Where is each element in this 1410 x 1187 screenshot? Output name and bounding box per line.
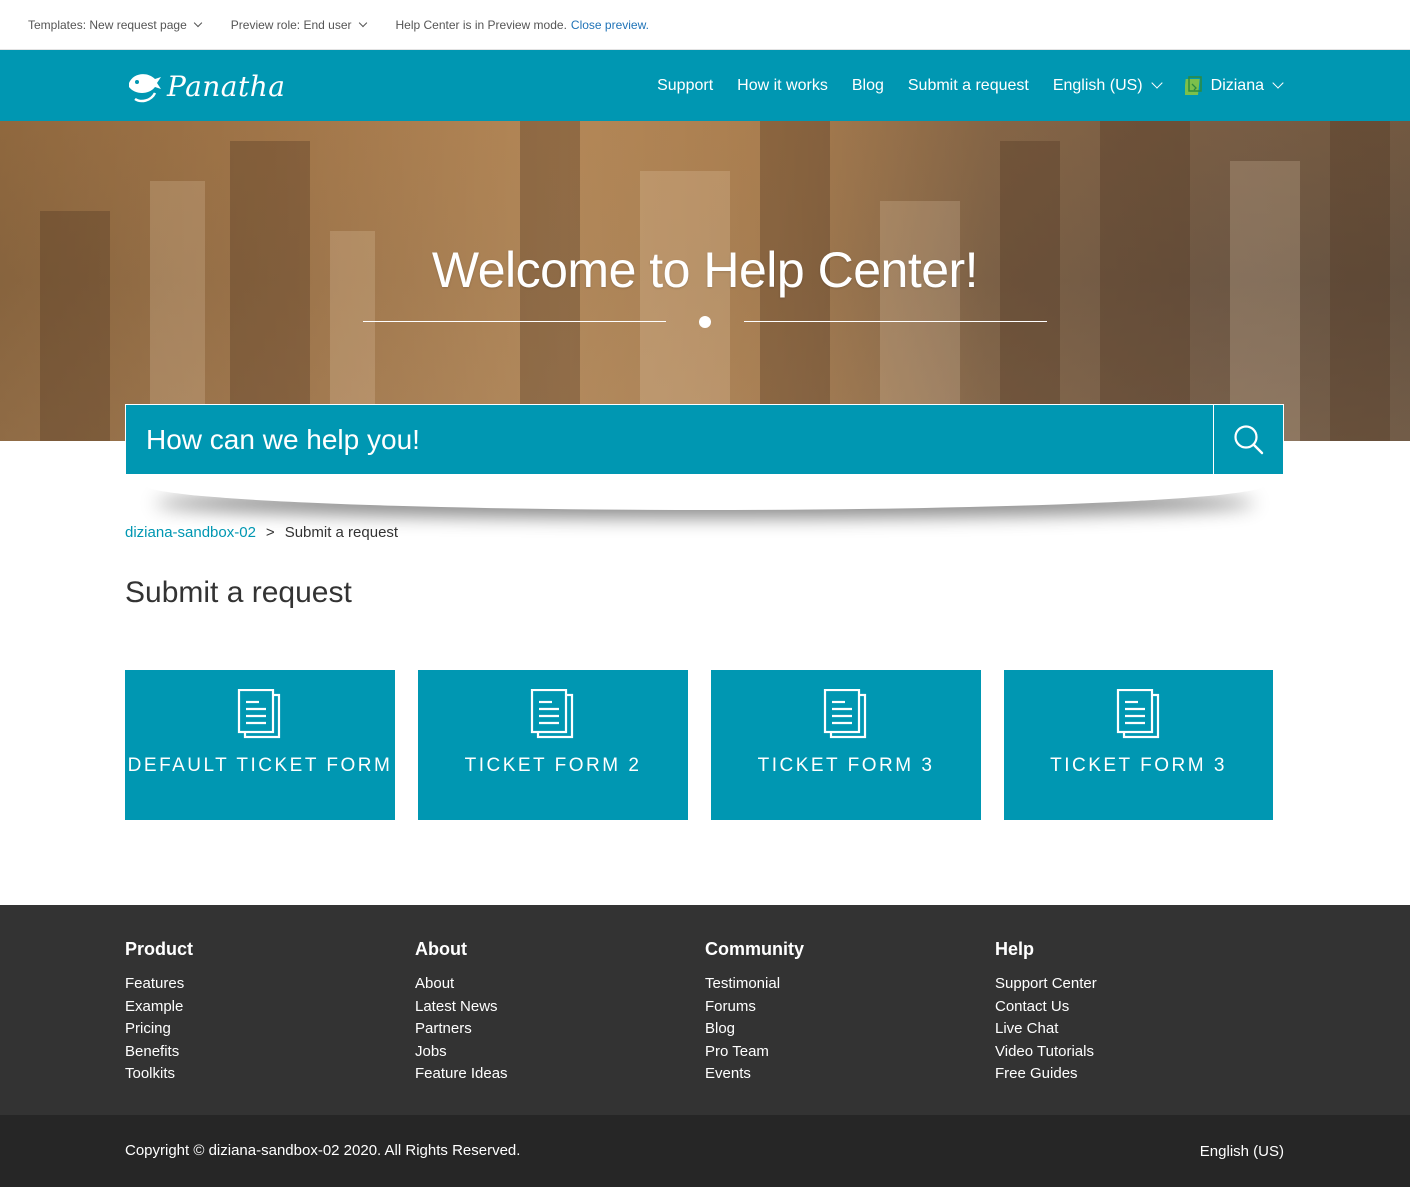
close-preview-link[interactable]: Close preview. bbox=[571, 18, 649, 32]
hero-title: Welcome to Help Center! bbox=[431, 242, 979, 298]
breadcrumb-separator: > bbox=[265, 524, 275, 541]
footer-column-product: Product Features Example Pricing Benefit… bbox=[125, 939, 193, 1086]
preview-mode-text: Help Center is in Preview mode. bbox=[395, 17, 567, 32]
user-menu[interactable]: Diziana bbox=[1184, 75, 1284, 96]
city-building bbox=[640, 171, 730, 441]
footer-column-community: Community Testimonial Forums Blog Pro Te… bbox=[705, 939, 804, 1086]
template-selector-label: Templates: New request page bbox=[28, 17, 187, 32]
site-footer: Product Features Example Pricing Benefit… bbox=[0, 905, 1410, 1115]
footer-link[interactable]: Features bbox=[125, 973, 193, 996]
ticket-form-label: Ticket Form 3 bbox=[1050, 755, 1227, 776]
ticket-form-label: Ticket Form 2 bbox=[464, 755, 642, 776]
footer-link[interactable]: Latest News bbox=[415, 996, 508, 1019]
document-icon bbox=[237, 689, 281, 739]
breadcrumb: diziana-sandbox-02 > Submit a request bbox=[125, 524, 398, 541]
ticket-form-card[interactable]: Ticket Form 2 bbox=[418, 670, 688, 820]
footer-column-help: Help Support Center Contact Us Live Chat… bbox=[995, 939, 1097, 1086]
nav-how-it-works[interactable]: How it works bbox=[737, 77, 828, 95]
footer-column-title: Product bbox=[125, 939, 194, 959]
hero-divider-right bbox=[744, 321, 1047, 322]
chevron-down-icon bbox=[1272, 77, 1284, 89]
footer-link[interactable]: Feature Ideas bbox=[415, 1063, 508, 1086]
footer-link[interactable]: About bbox=[415, 973, 508, 996]
preview-bar: Templates: New request page Preview role… bbox=[0, 0, 1410, 50]
footer-link[interactable]: Live Chat bbox=[995, 1018, 1097, 1041]
footer-link[interactable]: Pro Team bbox=[705, 1041, 804, 1064]
city-building bbox=[1230, 161, 1300, 441]
footer-column-title: Community bbox=[705, 939, 804, 959]
ticket-form-list: Default Ticket Form Ticket Form 2 Ticket… bbox=[125, 670, 1273, 820]
search-icon bbox=[1233, 424, 1263, 454]
footer-column-title: About bbox=[415, 939, 467, 959]
nav-submit-request[interactable]: Submit a request bbox=[908, 77, 1029, 95]
chevron-down-icon bbox=[193, 18, 203, 27]
footer-link[interactable]: Pricing bbox=[125, 1018, 193, 1041]
logo-mark-icon bbox=[129, 74, 161, 103]
city-building bbox=[150, 181, 205, 441]
footer-link[interactable]: Toolkits bbox=[125, 1063, 193, 1086]
role-selector-label: Preview role: End user bbox=[230, 17, 352, 32]
user-name: Diziana bbox=[1210, 76, 1264, 94]
nav-support[interactable]: Support bbox=[657, 77, 713, 95]
avatar bbox=[1184, 75, 1202, 95]
breadcrumb-home[interactable]: diziana-sandbox-02 bbox=[125, 524, 256, 541]
footer-link[interactable]: Blog bbox=[705, 1018, 804, 1041]
preview-mode-notice: Help Center is in Preview mode. Close pr… bbox=[396, 18, 649, 32]
document-icon bbox=[823, 689, 867, 739]
logo-text: Panatha bbox=[167, 69, 286, 103]
search-input[interactable] bbox=[126, 405, 1213, 474]
site-header: Panatha Support How it works Blog Submit… bbox=[0, 50, 1410, 121]
page-title: Submit a request bbox=[125, 576, 352, 609]
footer-bottom-bar: Copyright © diziana-sandbox-02 2020. All… bbox=[0, 1115, 1410, 1187]
role-selector[interactable]: Preview role: End user bbox=[230, 17, 367, 32]
ticket-form-label: Default Ticket Form bbox=[127, 755, 393, 776]
footer-link[interactable]: Partners bbox=[415, 1018, 508, 1041]
logo[interactable]: Panatha bbox=[125, 68, 285, 104]
footer-column-about: About About Latest News Partners Jobs Fe… bbox=[415, 939, 508, 1086]
search-bar bbox=[125, 404, 1284, 475]
template-selector[interactable]: Templates: New request page bbox=[28, 17, 203, 32]
nav-blog[interactable]: Blog bbox=[852, 77, 884, 95]
ticket-form-card[interactable]: Ticket Form 3 bbox=[1004, 670, 1273, 820]
footer-link[interactable]: Support Center bbox=[995, 973, 1097, 996]
main-nav: Support How it works Blog Submit a reque… bbox=[633, 50, 1284, 121]
footer-link[interactable]: Video Tutorials bbox=[995, 1041, 1097, 1064]
hero-banner: Welcome to Help Center! bbox=[0, 121, 1410, 441]
ticket-form-card[interactable]: Ticket Form 3 bbox=[711, 670, 981, 820]
footer-column-title: Help bbox=[995, 939, 1035, 959]
footer-link[interactable]: Contact Us bbox=[995, 996, 1097, 1019]
document-icon bbox=[530, 689, 574, 739]
chevron-down-icon bbox=[358, 18, 367, 27]
hero-divider-dot bbox=[699, 316, 711, 328]
footer-language-selector[interactable]: English (US) bbox=[1200, 1143, 1284, 1160]
document-icon bbox=[1116, 689, 1159, 739]
copyright-text: Copyright © diziana-sandbox-02 2020. All… bbox=[125, 1142, 521, 1159]
footer-link[interactable]: Jobs bbox=[415, 1041, 508, 1064]
hero-divider-left bbox=[363, 321, 666, 322]
footer-link[interactable]: Forums bbox=[705, 996, 804, 1019]
search-button[interactable] bbox=[1213, 405, 1283, 474]
footer-link[interactable]: Free Guides bbox=[995, 1063, 1097, 1086]
ticket-form-label: Ticket Form 3 bbox=[757, 755, 935, 776]
ticket-form-card[interactable]: Default Ticket Form bbox=[125, 670, 395, 820]
footer-link[interactable]: Events bbox=[705, 1063, 804, 1086]
language-selector[interactable]: English (US) bbox=[1052, 76, 1163, 95]
footer-link[interactable]: Testimonial bbox=[705, 973, 804, 996]
language-label: English (US) bbox=[1052, 76, 1143, 94]
chevron-down-icon bbox=[1150, 77, 1163, 89]
footer-link[interactable]: Benefits bbox=[125, 1041, 193, 1064]
breadcrumb-current: Submit a request bbox=[284, 524, 399, 541]
footer-link[interactable]: Example bbox=[125, 996, 193, 1019]
